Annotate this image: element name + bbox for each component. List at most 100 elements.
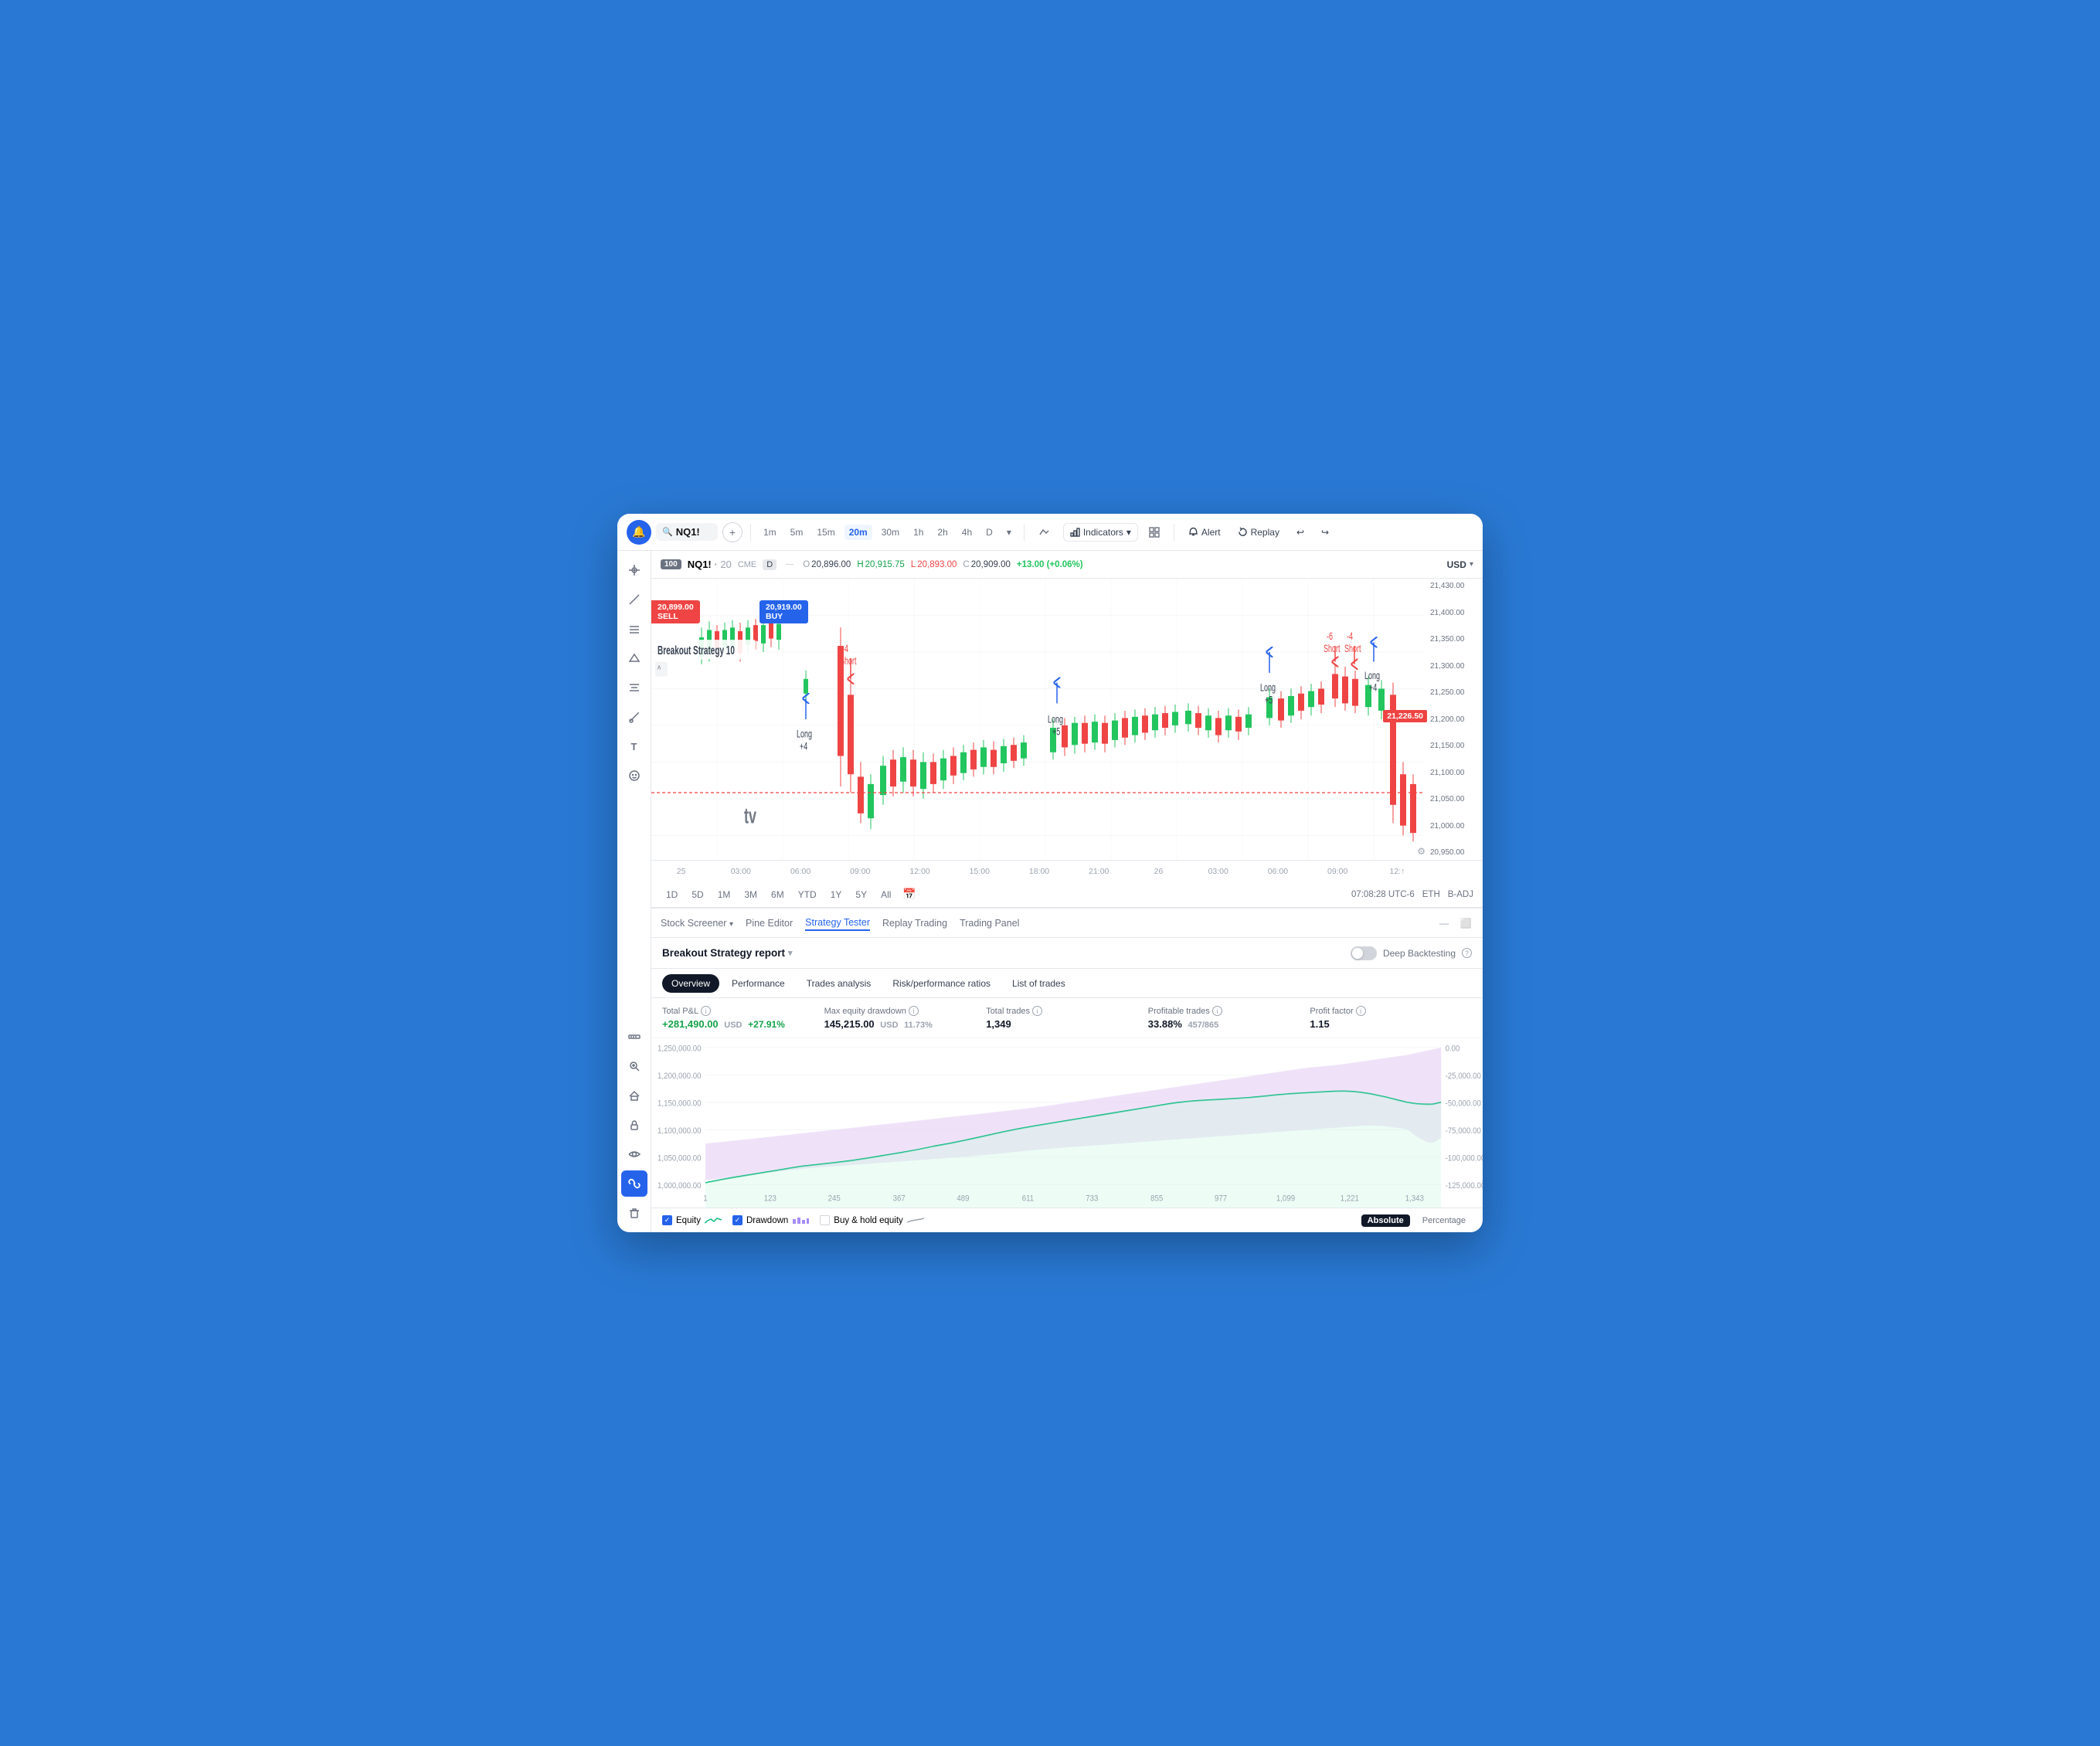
period-3m[interactable]: 3M	[739, 887, 763, 902]
st-tab-performance[interactable]: Performance	[722, 974, 794, 993]
tf-15m[interactable]: 15m	[812, 525, 839, 540]
compare-button[interactable]	[1032, 524, 1055, 541]
buy-hold-checkbox[interactable]: Buy & hold equity	[820, 1215, 924, 1225]
svg-text:1,050,000.00: 1,050,000.00	[658, 1154, 702, 1163]
eye-tool[interactable]	[621, 1141, 647, 1167]
drawdown-info-icon[interactable]: i	[909, 1006, 919, 1016]
profit-factor-value: 1.15	[1310, 1018, 1472, 1030]
time-axis: 25 03:00 06:00 09:00 12:00 15:00 18:00 2…	[651, 860, 1483, 881]
st-tab-list-of-trades[interactable]: List of trades	[1003, 974, 1075, 993]
chart-footer: ✓ Equity ✓ Drawdown	[651, 1208, 1483, 1232]
st-tab-trades-analysis[interactable]: Trades analysis	[797, 974, 881, 993]
chart-settings-icon[interactable]: ⚙	[1417, 846, 1425, 857]
deep-bt-label: Deep Backtesting	[1383, 948, 1456, 959]
percentage-button[interactable]: Percentage	[1416, 1214, 1472, 1227]
symbol-search[interactable]: 🔍 NQ1!	[656, 523, 718, 541]
replay-button[interactable]: Replay	[1232, 524, 1286, 541]
footer-right: Absolute Percentage	[1361, 1214, 1472, 1227]
profitable-info-icon[interactable]: i	[1212, 1006, 1222, 1016]
svg-text:Long: Long	[1364, 669, 1380, 682]
period-5y[interactable]: 5Y	[850, 887, 872, 902]
svg-text:1,100,000.00: 1,100,000.00	[658, 1127, 702, 1136]
tf-D[interactable]: D	[981, 525, 997, 540]
minimize-panel-button[interactable]: —	[1436, 915, 1452, 931]
calendar-icon[interactable]: 📅	[902, 888, 916, 901]
lock-tool[interactable]	[621, 1112, 647, 1138]
pnl-info-icon[interactable]: i	[701, 1006, 711, 1016]
tf-1m[interactable]: 1m	[759, 525, 781, 540]
chart-area[interactable]: Long +4 -4 Short Long +5 -6 Sho	[651, 579, 1483, 860]
tab-replay-trading[interactable]: Replay Trading	[882, 916, 947, 930]
time-1800: 18:00	[1009, 867, 1069, 876]
d-badge: D	[763, 559, 776, 570]
svg-text:+5: +5	[1052, 725, 1061, 738]
time-2100: 21:00	[1069, 867, 1129, 876]
strategy-title[interactable]: Breakout Strategy report ▾	[662, 947, 793, 959]
tf-dropdown-btn[interactable]: ▾	[1002, 525, 1016, 540]
period-6m[interactable]: 6M	[766, 887, 790, 902]
divider-2	[1024, 524, 1025, 541]
period-1y[interactable]: 1Y	[825, 887, 848, 902]
deep-backtesting-toggle[interactable]	[1351, 946, 1377, 960]
period-ytd[interactable]: YTD	[793, 887, 822, 902]
redo-button[interactable]: ↪	[1315, 524, 1335, 541]
period-1d[interactable]: 1D	[661, 887, 683, 902]
svg-text:Long: Long	[1260, 681, 1276, 694]
time-0600: 06:00	[770, 867, 830, 876]
tf-30m[interactable]: 30m	[877, 525, 904, 540]
tf-20m[interactable]: 20m	[844, 525, 872, 540]
metric-total-trades: Total trades i 1,349	[986, 1006, 1148, 1030]
eth-label: ETH	[1422, 890, 1440, 899]
deep-bt-help-icon[interactable]: ?	[1462, 948, 1472, 958]
zoom-tool[interactable]	[621, 1053, 647, 1079]
period-5d[interactable]: 5D	[686, 887, 708, 902]
trash-tool[interactable]	[621, 1200, 647, 1226]
line-tool[interactable]	[621, 586, 647, 613]
emoji-tool[interactable]	[621, 763, 647, 789]
period-right: 07:08:28 UTC-6 ETH B-ADJ	[1351, 890, 1473, 899]
period-1m[interactable]: 1M	[712, 887, 736, 902]
svg-text:1,150,000.00: 1,150,000.00	[658, 1099, 702, 1109]
text-tool[interactable]: T	[621, 733, 647, 759]
add-symbol-button[interactable]: +	[722, 522, 742, 542]
tab-pine-editor[interactable]: Pine Editor	[746, 916, 793, 930]
alert-button[interactable]: Alert	[1182, 524, 1227, 541]
trades-info-icon[interactable]: i	[1032, 1006, 1042, 1016]
grid-button[interactable]	[1143, 524, 1166, 541]
drawdown-checkbox[interactable]: ✓ Drawdown	[732, 1215, 809, 1225]
equity-chart[interactable]: 1,250,000.00 1,200,000.00 1,150,000.00 1…	[651, 1038, 1483, 1208]
link-tool[interactable]	[621, 1170, 647, 1197]
st-tab-overview[interactable]: Overview	[662, 974, 719, 993]
time-display: 07:08:28 UTC-6	[1351, 890, 1415, 899]
tab-stock-screener[interactable]: Stock Screener ▾	[661, 916, 733, 930]
equity-checkbox[interactable]: ✓ Equity	[662, 1215, 722, 1225]
tab-trading-panel[interactable]: Trading Panel	[960, 916, 1019, 930]
crosshair-tool[interactable]	[621, 557, 647, 583]
time-25: 25	[651, 867, 711, 876]
tf-4h[interactable]: 4h	[957, 525, 977, 540]
pf-info-icon[interactable]: i	[1356, 1006, 1366, 1016]
brush-tool[interactable]	[621, 704, 647, 730]
lines-tool[interactable]	[621, 616, 647, 642]
absolute-button[interactable]: Absolute	[1361, 1214, 1410, 1227]
tf-1h[interactable]: 1h	[909, 525, 928, 540]
house-tool[interactable]	[621, 1082, 647, 1109]
period-all[interactable]: All	[875, 887, 896, 902]
current-price-label: 21,226.50	[1383, 710, 1427, 722]
logo-button[interactable]: 🔔	[627, 520, 651, 545]
st-tab-risk-ratios[interactable]: Risk/performance ratios	[883, 974, 1000, 993]
tf-2h[interactable]: 2h	[933, 525, 952, 540]
svg-text:-6: -6	[1327, 630, 1333, 643]
tf-5m[interactable]: 5m	[786, 525, 808, 540]
svg-text:245: 245	[828, 1194, 841, 1204]
metric-profitable-trades: Profitable trades i 33.88% 457/865	[1148, 1006, 1310, 1030]
fib-tool[interactable]	[621, 674, 647, 701]
indicators-button[interactable]: Indicators ▾	[1063, 523, 1138, 542]
tab-strategy-tester[interactable]: Strategy Tester	[805, 915, 870, 931]
maximize-panel-button[interactable]: ⬜	[1458, 915, 1473, 931]
ruler-tool[interactable]	[621, 1024, 647, 1050]
svg-text:855: 855	[1150, 1194, 1163, 1204]
svg-text:489: 489	[957, 1194, 969, 1204]
shapes-tool[interactable]	[621, 645, 647, 671]
undo-button[interactable]: ↩	[1290, 524, 1310, 541]
